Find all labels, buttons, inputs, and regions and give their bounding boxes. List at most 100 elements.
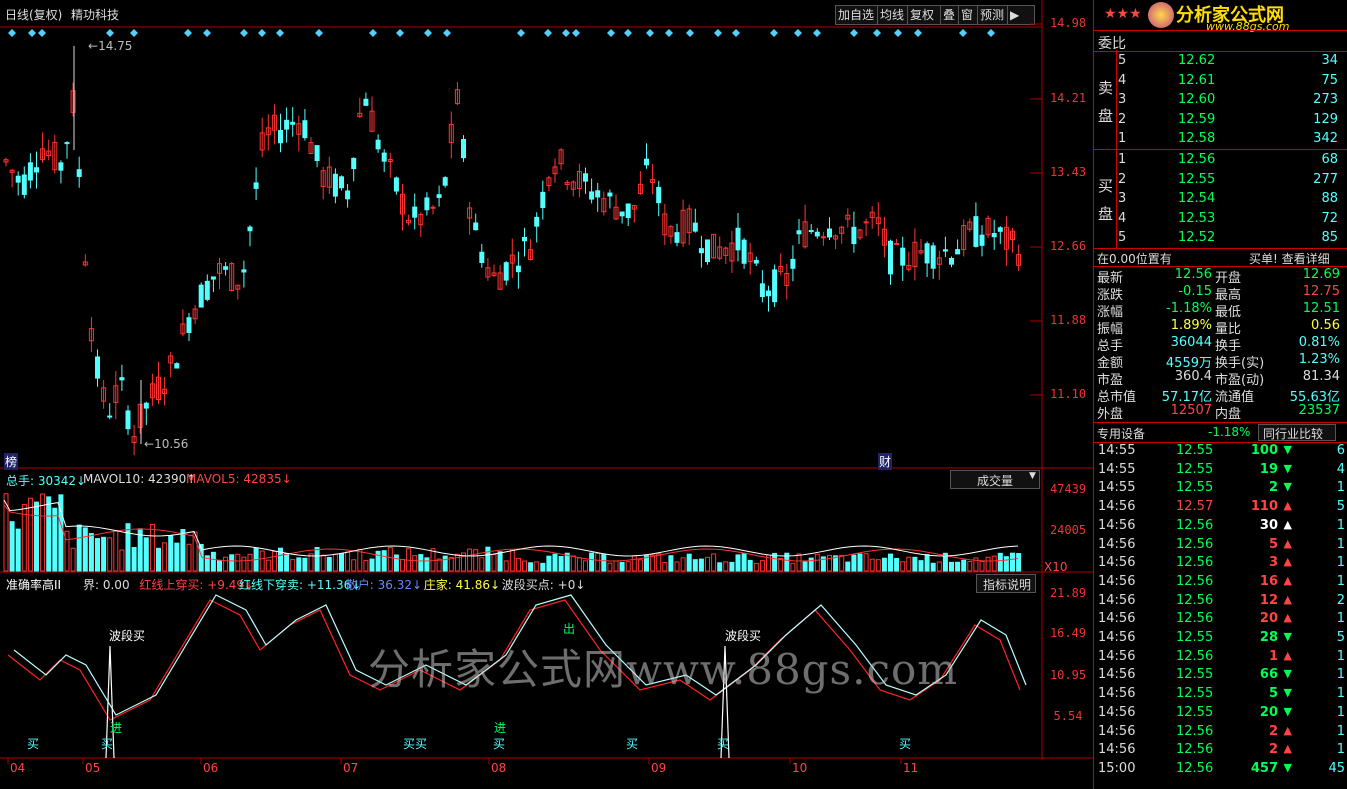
candle-body [345, 190, 351, 200]
volume-dropdown[interactable]: 成交量 ▼ [950, 470, 1040, 489]
order-book-row[interactable]: 4 12.53 72 [1094, 210, 1347, 229]
order-book-row[interactable]: 4 12.61 75 [1094, 72, 1347, 91]
tick-volume: 12 [1259, 592, 1278, 608]
order-book-row[interactable]: 3 12.54 88 [1094, 190, 1347, 209]
volume-bar [119, 549, 125, 572]
industry-compare-button[interactable]: 同行业比较 [1258, 424, 1336, 441]
candle-body [223, 266, 229, 270]
buy-mark: 买 [717, 737, 730, 751]
volume-bar [284, 553, 290, 572]
candle-body [515, 265, 521, 273]
band-buy-mark: 波段买 [109, 629, 146, 643]
candle-body [461, 138, 466, 159]
tick-count: 1 [1336, 723, 1345, 739]
volume-bar [70, 547, 76, 572]
order-book-row[interactable]: 5 12.52 85 [1094, 229, 1347, 248]
candle-body [589, 191, 595, 200]
tick-row[interactable]: 14:56 12.56 2 ▲ 1 [1094, 742, 1347, 761]
tick-price: 12.55 [1176, 630, 1214, 645]
arrow-up-icon: ▲ [1283, 742, 1292, 756]
volume-bar [101, 536, 107, 572]
tick-price: 12.55 [1176, 667, 1214, 683]
candle-body [375, 139, 381, 150]
arrow-down-icon: ▼ [1283, 760, 1292, 774]
tick-volume: 2 [1268, 742, 1278, 758]
tick-row[interactable]: 14:56 12.56 12 ▲ 2 [1094, 593, 1347, 612]
tick-count: 1 [1336, 555, 1345, 571]
tick-row[interactable]: 14:56 12.56 30 ▲ 1 [1094, 518, 1347, 537]
order-book-row[interactable]: 3 12.60 273 [1094, 91, 1347, 110]
tick-row[interactable]: 14:56 12.56 16 ▲ 1 [1094, 574, 1347, 593]
arrow-down-icon: ▼ [1283, 443, 1292, 456]
tick-row[interactable]: 14:56 12.56 20 ▲ 1 [1094, 611, 1347, 630]
order-volume: 342 [1313, 131, 1338, 147]
tick-row[interactable]: 14:56 12.55 20 ▼ 1 [1094, 705, 1347, 724]
tick-row[interactable]: 14:56 12.55 5 ▼ 1 [1094, 686, 1347, 705]
arrow-down-icon: ▼ [1283, 704, 1292, 718]
price-tick-label: 12.66 [1049, 239, 1087, 253]
volume-bar [955, 561, 961, 572]
tick-row[interactable]: 14:56 12.57 110 ▲ 5 [1094, 499, 1347, 518]
arrow-up-icon: ▲ [1283, 536, 1292, 550]
volume-bar [168, 535, 174, 572]
tick-row[interactable]: 14:56 12.55 28 ▼ 5 [1094, 630, 1347, 649]
order-volume: 68 [1321, 152, 1338, 167]
diamond-marker [517, 29, 525, 37]
tick-row[interactable]: 14:56 12.56 2 ▲ 1 [1094, 724, 1347, 743]
tick-count: 1 [1336, 480, 1345, 496]
volume-bar [875, 559, 881, 572]
volume-bar [223, 556, 229, 572]
order-price: 12.53 [1178, 210, 1216, 226]
stat-label: 内盘 [1215, 407, 1242, 422]
volume-bar [143, 537, 149, 572]
tick-row[interactable]: 14:55 12.55 2 ▼ 1 [1094, 480, 1347, 499]
enter-mark: 进 [494, 721, 507, 735]
order-book-row[interactable]: 2 12.55 277 [1094, 171, 1347, 190]
buy-mark: 买买 [403, 737, 428, 751]
volume-bar [686, 553, 692, 572]
stat-row: 外盘 12507 内盘 23537 [1094, 403, 1347, 422]
buy-mark: 买 [899, 737, 912, 751]
volume-bar [241, 556, 247, 572]
chart-area[interactable]: 日线(复权) 精功科技 加自选 均线 复权叠窗预测 ▶ 14.98 14.21 13.43… [0, 0, 1093, 789]
tick-row[interactable]: 14:56 12.56 5 ▲ 1 [1094, 537, 1347, 556]
volume-bar [570, 555, 576, 572]
volume-bar [546, 555, 552, 572]
tick-row[interactable]: 14:56 12.55 66 ▼ 1 [1094, 667, 1347, 686]
candle-body [58, 162, 64, 171]
candle-body [955, 249, 961, 255]
indicator-help-button[interactable]: 指标说明 [976, 574, 1036, 593]
tick-row[interactable]: 14:56 12.56 1 ▲ 1 [1094, 649, 1347, 668]
price-tick-label: 11.88 [1049, 313, 1087, 327]
cai-label[interactable]: 财 [878, 453, 893, 470]
candle-body [253, 182, 259, 189]
order-book-row[interactable]: 1 12.56 68 [1094, 151, 1347, 170]
candle-body [284, 119, 290, 130]
volume-bar [979, 560, 985, 572]
tick-row[interactable]: 15:00 12.56 457 ▼ 45 [1094, 761, 1347, 780]
order-book-row[interactable]: 5 12.62 34 [1094, 52, 1347, 71]
order-volume: 34 [1321, 53, 1338, 68]
volume-bar [412, 555, 418, 572]
tick-price: 12.56 [1176, 648, 1214, 664]
volume-bar [863, 553, 869, 572]
tick-row[interactable]: 14:56 12.56 3 ▲ 1 [1094, 555, 1347, 574]
tick-row[interactable]: 14:55 12.55 100 ▼ 6 [1094, 443, 1347, 462]
order-book-row[interactable]: 2 12.59 129 [1094, 111, 1347, 130]
tick-time: 14:56 [1098, 704, 1136, 720]
tick-row[interactable]: 14:55 12.55 19 ▼ 4 [1094, 462, 1347, 481]
diamond-marker [28, 29, 36, 37]
bang-label[interactable]: 榜 [4, 453, 19, 470]
order-book-row[interactable]: 1 12.58 342 [1094, 130, 1347, 149]
order-level: 2 [1118, 111, 1127, 127]
order-price: 12.52 [1178, 230, 1216, 246]
view-detail-link[interactable]: 买单! 查看详细 [1249, 250, 1330, 267]
tick-time: 14:56 [1098, 686, 1136, 702]
volume-bar [320, 554, 326, 572]
volume-bar [796, 553, 802, 572]
volume-bar [881, 557, 887, 572]
volume-bar [454, 553, 460, 572]
volume-bar [778, 557, 784, 572]
volume-bar [747, 559, 753, 572]
position-bar[interactable]: 在0.00位置有 买单! 查看详细 [1094, 248, 1347, 267]
